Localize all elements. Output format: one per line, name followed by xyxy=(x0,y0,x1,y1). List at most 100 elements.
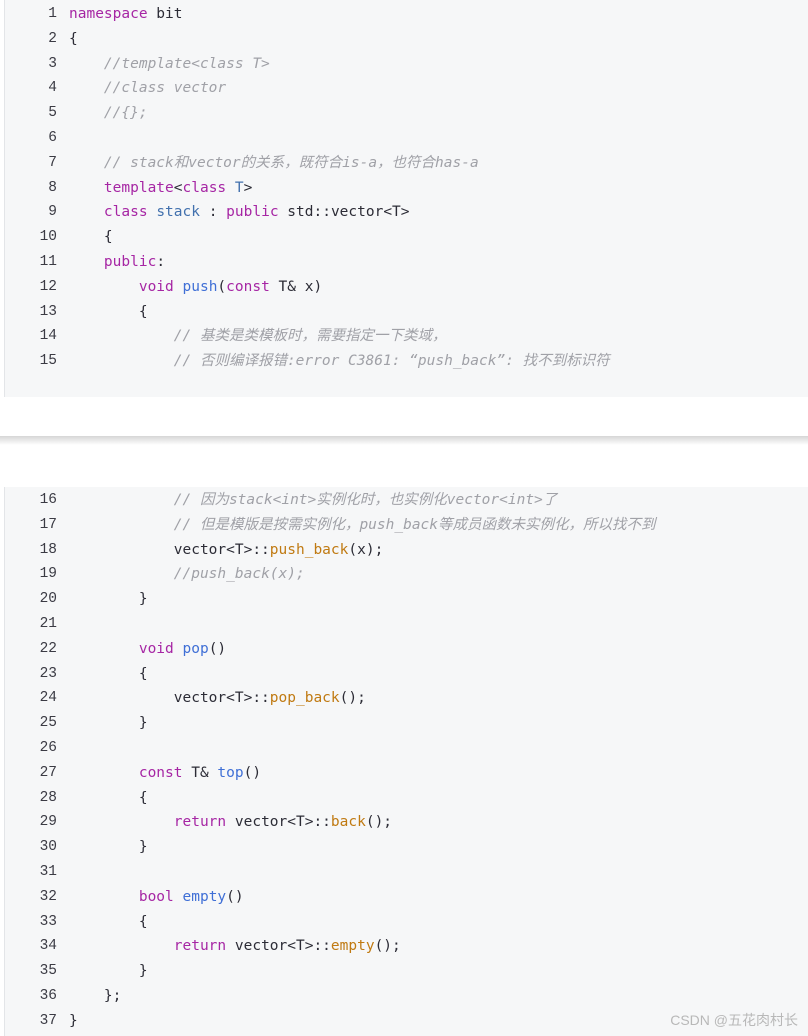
code-line: 7 // stack和vector的关系，既符合is-a，也符合has-a xyxy=(5,151,808,176)
line-number: 11 xyxy=(39,254,57,270)
line-number: 29 xyxy=(39,814,57,831)
code-token: push_back xyxy=(269,541,349,558)
code-text: { xyxy=(69,786,148,811)
line-number: 8 xyxy=(48,179,57,196)
code-text: bool empty() xyxy=(69,885,244,910)
code-token: } xyxy=(69,1012,78,1029)
code-text: vector<T>::push_back(x); xyxy=(69,538,384,563)
code-token: } xyxy=(69,715,148,732)
code-token: empty xyxy=(330,938,375,955)
line-number: 36 xyxy=(39,988,57,1004)
line-number: 31 xyxy=(39,864,57,880)
code-line: 11 public: xyxy=(5,250,808,275)
code-token: { xyxy=(69,303,148,320)
code-token: > xyxy=(243,179,253,196)
code-token: { xyxy=(69,665,148,682)
line-number: 1 xyxy=(48,6,57,22)
code-text: //{}; xyxy=(69,101,148,126)
code-text: void push(const T& x) xyxy=(69,275,322,300)
code-line: 18 vector<T>::push_back(x); xyxy=(5,538,808,563)
code-line: 14 // 基类是类模板时，需要指定一下类域， xyxy=(5,324,808,349)
code-text: } xyxy=(69,711,148,736)
code-token: public xyxy=(226,204,279,221)
code-line: 2{ xyxy=(5,27,808,52)
line-number: 6 xyxy=(48,130,57,146)
code-comment: // 但是模版是按需实例化，push_back等成员函数未实例化，所以找不到 xyxy=(173,516,656,533)
line-number: 16 xyxy=(39,492,57,508)
line-number: 3 xyxy=(48,55,57,72)
code-line: 28 { xyxy=(5,786,808,811)
line-number: 9 xyxy=(48,204,57,221)
code-line: 34 return vector<T>::empty(); xyxy=(5,934,808,959)
code-token: top xyxy=(217,764,244,781)
code-line: 35 } xyxy=(5,959,808,984)
code-token: const xyxy=(226,278,270,295)
code-line: 29 return vector<T>::back(); xyxy=(5,810,808,835)
code-text: //template<class T> xyxy=(69,52,270,77)
code-token: push xyxy=(182,278,218,295)
code-token: { xyxy=(69,913,148,930)
code-line: 26 xyxy=(5,736,808,761)
code-token: T& xyxy=(182,764,218,781)
code-token: () xyxy=(208,640,227,657)
code-token: return xyxy=(173,938,227,955)
line-number: 25 xyxy=(39,715,57,732)
code-token: ( xyxy=(217,278,227,295)
code-line: 6 xyxy=(5,126,808,151)
csdn-watermark: CSDN @五花肉村长 xyxy=(670,1012,798,1028)
code-text: // stack和vector的关系，既符合is-a，也符合has-a xyxy=(69,151,479,176)
line-number: 20 xyxy=(39,591,57,608)
code-token: } xyxy=(69,839,148,856)
code-line: 36 }; xyxy=(5,984,808,1009)
code-line: 30 } xyxy=(5,835,808,860)
line-number: 33 xyxy=(39,913,57,930)
code-token: back xyxy=(330,814,366,831)
code-line: 20 } xyxy=(5,587,808,612)
code-text: { xyxy=(69,225,113,250)
line-number: 7 xyxy=(48,154,57,171)
code-token: vector<T>:: xyxy=(69,690,270,707)
code-text: return vector<T>::empty(); xyxy=(69,934,401,959)
code-comment: // 因为stack<int>实例化时，也实例化vector<int>了 xyxy=(173,492,558,508)
code-token: class xyxy=(103,204,148,221)
code-line: 3 //template<class T> xyxy=(5,52,808,77)
code-token: vector<T>:: xyxy=(226,938,331,955)
code-token: class xyxy=(182,179,227,196)
line-number: 17 xyxy=(39,516,57,533)
code-text: //push_back(x); xyxy=(69,562,305,587)
code-token: bit xyxy=(147,6,183,22)
line-number: 24 xyxy=(39,690,57,707)
code-comment: // 基类是类模板时，需要指定一下类域， xyxy=(173,328,447,345)
line-number: 15 xyxy=(39,353,57,370)
code-line: 27 const T& top() xyxy=(5,761,808,786)
code-line: 15 // 否则编译报错:error C3861: “push_back”: 找… xyxy=(5,349,808,374)
code-text: // 但是模版是按需实例化，push_back等成员函数未实例化，所以找不到 xyxy=(69,513,656,538)
line-number: 10 xyxy=(39,229,57,246)
code-comment: //template<class T> xyxy=(103,55,270,72)
code-line: 12 void push(const T& x) xyxy=(5,275,808,300)
code-line: 13 { xyxy=(5,300,808,325)
line-number: 4 xyxy=(48,80,57,97)
code-line: 5 //{}; xyxy=(5,101,808,126)
code-line: 10 { xyxy=(5,225,808,250)
line-number: 32 xyxy=(39,888,57,905)
code-token: { xyxy=(69,789,148,806)
code-line: 23 { xyxy=(5,662,808,687)
code-line: 16 // 因为stack<int>实例化时，也实例化vector<int>了 xyxy=(5,488,808,513)
line-number: 26 xyxy=(39,740,57,756)
code-token: bool xyxy=(138,888,174,905)
code-text: } xyxy=(69,587,148,612)
code-text: { xyxy=(69,27,78,52)
